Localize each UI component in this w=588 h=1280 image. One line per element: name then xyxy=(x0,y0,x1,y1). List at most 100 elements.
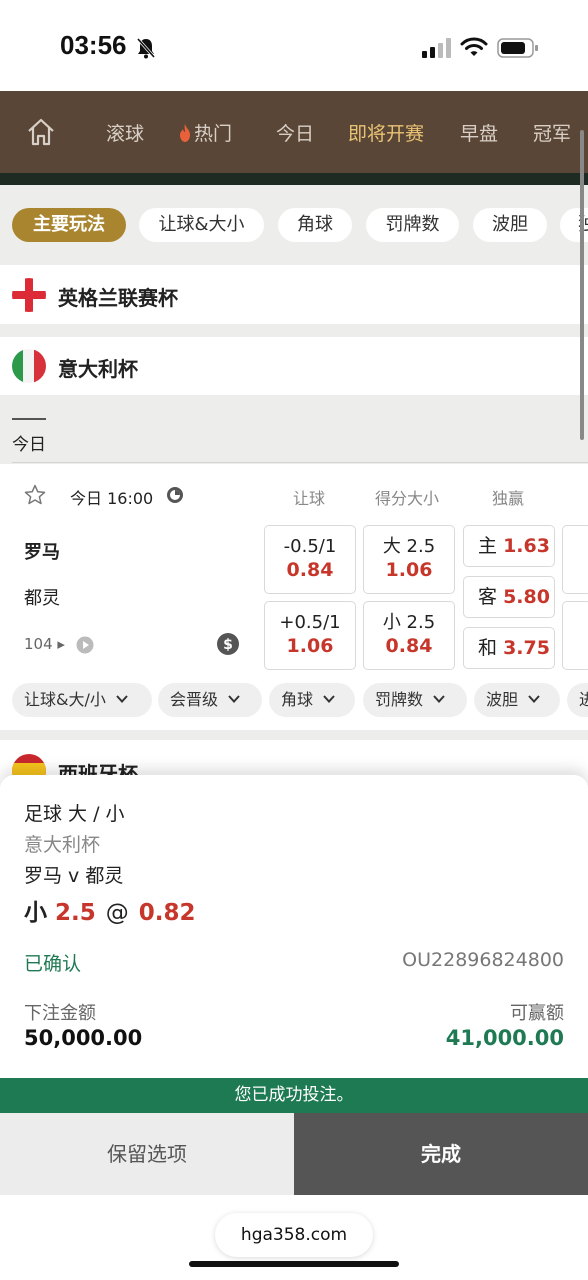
tab-today[interactable]: 今日 xyxy=(12,418,46,455)
more-markets-count-value: 104 xyxy=(24,635,53,653)
filter-handicap-total[interactable]: 让球&大小 xyxy=(139,208,264,242)
bet-at-symbol: @ xyxy=(105,900,129,926)
market-filter-row: 主要玩法 让球&大小 角球 罚牌数 波胆 独 xyxy=(0,185,588,265)
chevron-down-icon xyxy=(433,695,445,703)
star-icon[interactable] xyxy=(24,484,46,506)
nav-item-live[interactable]: 滚球 xyxy=(106,119,144,146)
chevron-down-icon xyxy=(228,695,240,703)
odds-line: +0.5/1 xyxy=(279,612,341,633)
league-name: 意大利杯 xyxy=(58,357,138,381)
nav-item-today[interactable]: 今日 xyxy=(276,119,314,146)
chip-label: 角球 xyxy=(281,690,314,709)
moneyline-odd: 1.63 xyxy=(503,535,550,557)
more-markets-count[interactable]: 104 ▸ xyxy=(24,635,65,653)
status-time: 03:56 xyxy=(60,30,127,60)
battery-icon xyxy=(497,38,538,58)
wifi-icon xyxy=(460,37,488,56)
filter-corners[interactable]: 角球 xyxy=(278,208,352,242)
odds-button[interactable]: +0.5/1 1.06 xyxy=(264,601,356,670)
odds-button-partial[interactable] xyxy=(562,525,588,594)
odds-line: 小 2.5 xyxy=(382,612,436,633)
odds-line: 大 2.5 xyxy=(382,536,436,557)
chip-advance[interactable]: 会晋级 xyxy=(158,683,262,717)
scrollbar[interactable] xyxy=(580,130,584,440)
chip-correct-score[interactable]: 波胆 xyxy=(474,683,560,717)
status-bar: 03:56 xyxy=(0,0,588,91)
italy-flag xyxy=(12,349,46,383)
chevron-down-icon xyxy=(323,695,335,703)
odds-line: -0.5/1 xyxy=(283,536,337,557)
nav-item-hot[interactable]: 热门 xyxy=(178,119,232,146)
home-team: 罗马 xyxy=(24,542,60,563)
nav-item-early[interactable]: 早盘 xyxy=(460,119,498,146)
moneyline-label: 客 xyxy=(478,586,498,608)
browser-bar: hga358.com xyxy=(0,1195,588,1280)
moneyline-odd: 3.75 xyxy=(503,637,550,659)
chevron-down-icon xyxy=(528,695,540,703)
bet-odds: 0.82 xyxy=(138,900,196,926)
moneyline-label: 主 xyxy=(478,535,498,557)
chip-cards[interactable]: 罚牌数 xyxy=(363,683,467,717)
nav-item-outright[interactable]: 冠军 xyxy=(533,119,571,146)
home-icon[interactable] xyxy=(26,117,56,147)
league-row[interactable]: 西班牙杯 xyxy=(0,740,588,780)
chip-corners[interactable]: 角球 xyxy=(269,683,355,717)
success-banner: 您已成功投注。 xyxy=(0,1078,588,1113)
bet-status: 已确认 xyxy=(24,953,82,975)
odds-value: 1.06 xyxy=(385,559,433,581)
odds-value: 0.84 xyxy=(385,635,433,657)
chip-handicap-total[interactable]: 让球&大/小 xyxy=(12,683,152,717)
bet-slip: 足球 大 / 小 意大利杯 罗马 v 都灵 小 2.5 @0.82 已确认 OU2… xyxy=(0,775,588,1078)
nav-divider xyxy=(0,173,588,185)
odds-value: 0.84 xyxy=(286,559,334,581)
odds-value: 1.06 xyxy=(286,635,334,657)
chip-label: 罚牌数 xyxy=(375,690,424,709)
league-name: 英格兰联赛杯 xyxy=(58,286,178,310)
top-nav: 滚球 热门 今日 即将开赛 早盘 冠军 xyxy=(0,91,588,173)
filter-cards[interactable]: 罚牌数 xyxy=(366,208,459,242)
moneyline-label: 和 xyxy=(478,637,498,659)
moneyline-odd: 5.80 xyxy=(503,586,550,608)
odds-button[interactable]: -0.5/1 0.84 xyxy=(264,525,356,594)
odds-button[interactable]: 小 2.5 0.84 xyxy=(363,601,455,670)
odds-button[interactable]: 大 2.5 1.06 xyxy=(363,525,455,594)
filter-main[interactable]: 主要玩法 xyxy=(12,208,126,242)
spacer xyxy=(0,324,588,337)
signal-icon xyxy=(422,38,451,58)
match-time: 今日 16:00 xyxy=(70,489,154,508)
stake-amount: 50,000.00 xyxy=(24,1026,143,1050)
bet-ticket-id: OU22896824800 xyxy=(402,949,564,971)
fire-icon xyxy=(180,124,190,142)
win-amount: 41,000.00 xyxy=(445,1026,564,1050)
odds-button-partial[interactable] xyxy=(562,601,588,670)
bet-selection-side: 小 xyxy=(24,900,47,926)
url-field[interactable]: hga358.com xyxy=(215,1213,373,1257)
stake-label: 下注金额 xyxy=(24,1003,96,1024)
moneyline-home[interactable]: 主 1.63 xyxy=(463,525,555,567)
home-indicator[interactable] xyxy=(189,1261,399,1267)
nav-item-upcoming[interactable]: 即将开赛 xyxy=(348,119,424,146)
nav-item-hot-label: 热门 xyxy=(194,123,233,145)
moneyline-away[interactable]: 客 5.80 xyxy=(463,576,555,618)
league-row[interactable]: 意大利杯 xyxy=(0,337,588,395)
filter-correct-score[interactable]: 波胆 xyxy=(473,208,547,242)
moneyline-header: 独赢 xyxy=(492,489,525,508)
bet-fixture: 罗马 v 都灵 xyxy=(24,865,124,887)
bet-selection-line: 2.5 xyxy=(55,900,96,926)
keep-selection-button[interactable]: 保留选项 xyxy=(0,1113,294,1195)
away-team: 都灵 xyxy=(24,588,60,609)
total-header: 得分大小 xyxy=(375,489,440,508)
day-header xyxy=(0,395,588,464)
match-market-chips: 让球&大/小 会晋级 角球 罚牌数 波胆 进 xyxy=(0,683,588,717)
moneyline-draw[interactable]: 和 3.75 xyxy=(463,627,555,669)
league-row[interactable]: 英格兰联赛杯 xyxy=(0,266,588,324)
chip-label: 让球&大/小 xyxy=(24,690,106,709)
chip-goals[interactable]: 进 xyxy=(567,683,588,717)
win-label: 可赢额 xyxy=(510,1003,564,1024)
play-icon[interactable] xyxy=(76,636,94,654)
chip-label: 波胆 xyxy=(486,690,519,709)
divider xyxy=(12,462,588,463)
done-button[interactable]: 完成 xyxy=(294,1113,588,1195)
dollar-icon[interactable]: $ xyxy=(217,633,239,655)
spacer xyxy=(0,730,588,740)
